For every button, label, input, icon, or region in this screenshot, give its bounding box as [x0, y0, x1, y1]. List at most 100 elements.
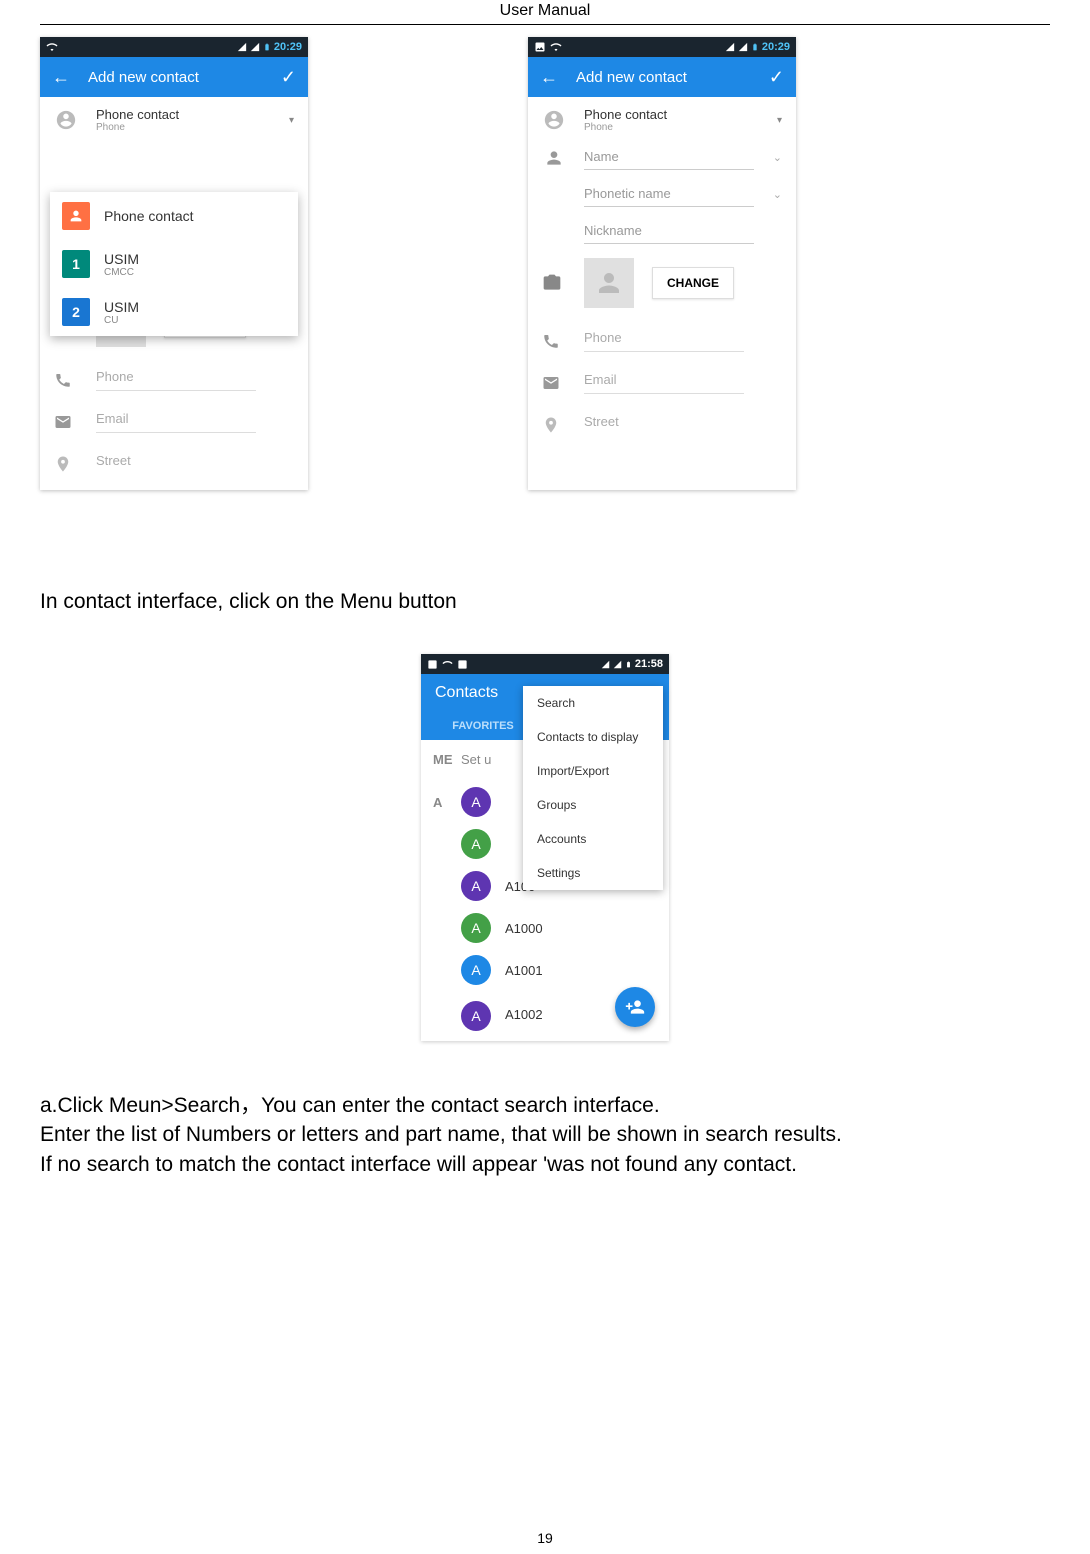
- change-button[interactable]: CHANGE: [652, 267, 734, 299]
- wifi-icon: [46, 41, 58, 53]
- phone-input[interactable]: Phone: [96, 369, 256, 391]
- wifi-icon: [550, 41, 562, 53]
- app-title: Add new contact: [88, 69, 281, 86]
- storage-selector[interactable]: Phone contact Phone ▾: [40, 97, 308, 135]
- name-input[interactable]: Name: [584, 145, 754, 170]
- camera-icon[interactable]: [542, 273, 566, 293]
- signal-icon: [613, 660, 622, 669]
- menu-popup: Search Contacts to display Import/Export…: [523, 686, 663, 890]
- contact-row[interactable]: A A1000: [421, 907, 669, 949]
- sim2-icon: 2: [62, 298, 90, 326]
- phone-field[interactable]: Phone: [528, 320, 796, 362]
- app-bar: ← Add new contact ✓: [40, 57, 308, 97]
- back-icon[interactable]: ←: [540, 67, 558, 88]
- contact-row[interactable]: A A1001: [421, 949, 669, 991]
- street-field[interactable]: Street: [40, 443, 308, 490]
- dropdown-label: Phone contact: [104, 208, 194, 224]
- image-icon: [534, 41, 546, 53]
- avatar-placeholder[interactable]: [584, 258, 634, 308]
- phone-field[interactable]: Phone: [40, 359, 308, 401]
- storage-label: Phone contact: [96, 107, 289, 122]
- screenshot-3: 21:58 Contacts FAVORITES ALL ME Set u A …: [421, 654, 669, 1041]
- bottom-text: a.Click Meun>Search，You can enter the co…: [40, 1091, 1050, 1179]
- person-icon: [542, 146, 566, 170]
- status-time: 20:29: [274, 41, 302, 53]
- dropdown-label: USIM: [104, 299, 139, 315]
- back-icon[interactable]: ←: [52, 67, 70, 88]
- name-field-row[interactable]: Name ⌄: [528, 135, 796, 172]
- menu-contacts-display[interactable]: Contacts to display: [523, 720, 663, 754]
- email-field[interactable]: Email: [40, 401, 308, 443]
- menu-settings[interactable]: Settings: [523, 856, 663, 890]
- phonetic-field-row[interactable]: Phonetic name ⌄: [528, 172, 796, 209]
- location-icon: [542, 416, 566, 434]
- phone-icon: [54, 371, 78, 389]
- phone-icon: [542, 332, 566, 350]
- battery-icon: [625, 659, 632, 670]
- battery-icon: [263, 41, 271, 53]
- contact-avatar: A: [461, 787, 491, 817]
- dropdown-item-usim2[interactable]: 2 USIM CU: [50, 288, 298, 336]
- image-icon: [427, 659, 438, 670]
- text-line-1: a.Click Meun>Search，You can enter the co…: [40, 1091, 1050, 1120]
- dropdown-caret-icon: ▾: [289, 115, 294, 126]
- street-input[interactable]: Street: [584, 414, 744, 435]
- instruction-text: In contact interface, click on the Menu …: [40, 590, 1050, 614]
- signal-icon: [738, 42, 748, 52]
- dropdown-sublabel: CU: [104, 315, 139, 326]
- add-contact-fab[interactable]: [615, 987, 655, 1027]
- contact-avatar: A: [461, 955, 491, 985]
- account-icon: [54, 108, 78, 132]
- menu-accounts[interactable]: Accounts: [523, 822, 663, 856]
- street-field[interactable]: Street: [528, 404, 796, 451]
- contact-name: A1001: [505, 963, 543, 978]
- expand-icon[interactable]: ⌄: [773, 188, 782, 201]
- signal-icon: [250, 42, 260, 52]
- phone-input[interactable]: Phone: [584, 330, 744, 352]
- add-person-icon: [625, 997, 645, 1017]
- app-title: Add new contact: [576, 69, 769, 86]
- section-letter: A: [433, 795, 461, 810]
- email-input[interactable]: Email: [96, 411, 256, 433]
- account-icon: [542, 108, 566, 132]
- signal-icon: [725, 42, 735, 52]
- dropdown-item-phone[interactable]: Phone contact: [50, 192, 298, 240]
- phonetic-input[interactable]: Phonetic name: [584, 182, 754, 207]
- signal-icon: [237, 42, 247, 52]
- screenshot-2: 20:29 ← Add new contact ✓ Phone contact …: [528, 37, 796, 490]
- email-icon: [542, 374, 566, 392]
- confirm-icon[interactable]: ✓: [769, 67, 784, 88]
- photo-row: CHANGE: [528, 246, 796, 320]
- phone-contact-icon: [62, 202, 90, 230]
- street-input[interactable]: Street: [96, 453, 256, 474]
- setup-profile[interactable]: Set u: [461, 752, 491, 767]
- image-icon: [457, 659, 468, 670]
- storage-label: Phone contact: [584, 107, 777, 122]
- email-icon: [54, 413, 78, 431]
- text-line-2: Enter the list of Numbers or letters and…: [40, 1120, 1050, 1149]
- expand-icon[interactable]: ⌄: [773, 151, 782, 164]
- page-header: User Manual: [0, 0, 1090, 24]
- nickname-field-row[interactable]: Nickname: [528, 209, 796, 246]
- text-line-3: If no search to match the contact interf…: [40, 1150, 1050, 1179]
- storage-dropdown: Phone contact 1 USIM CMCC 2 USIM CU: [50, 192, 298, 336]
- screenshot-1: 20:29 ← Add new contact ✓ Phone contact …: [40, 37, 308, 490]
- storage-sublabel: Phone: [584, 122, 777, 133]
- signal-icon: [601, 660, 610, 669]
- nickname-input[interactable]: Nickname: [584, 219, 754, 244]
- battery-icon: [751, 41, 759, 53]
- storage-selector[interactable]: Phone contact Phone ▾: [528, 97, 796, 135]
- dropdown-item-usim1[interactable]: 1 USIM CMCC: [50, 240, 298, 288]
- email-field[interactable]: Email: [528, 362, 796, 404]
- menu-search[interactable]: Search: [523, 686, 663, 720]
- email-input[interactable]: Email: [584, 372, 744, 394]
- wifi-icon: [442, 659, 453, 670]
- menu-groups[interactable]: Groups: [523, 788, 663, 822]
- sim1-icon: 1: [62, 250, 90, 278]
- contact-avatar: A: [461, 871, 491, 901]
- confirm-icon[interactable]: ✓: [281, 67, 296, 88]
- menu-import-export[interactable]: Import/Export: [523, 754, 663, 788]
- me-label: ME: [433, 752, 461, 767]
- contact-avatar: A: [461, 913, 491, 943]
- status-bar: 21:58: [421, 654, 669, 674]
